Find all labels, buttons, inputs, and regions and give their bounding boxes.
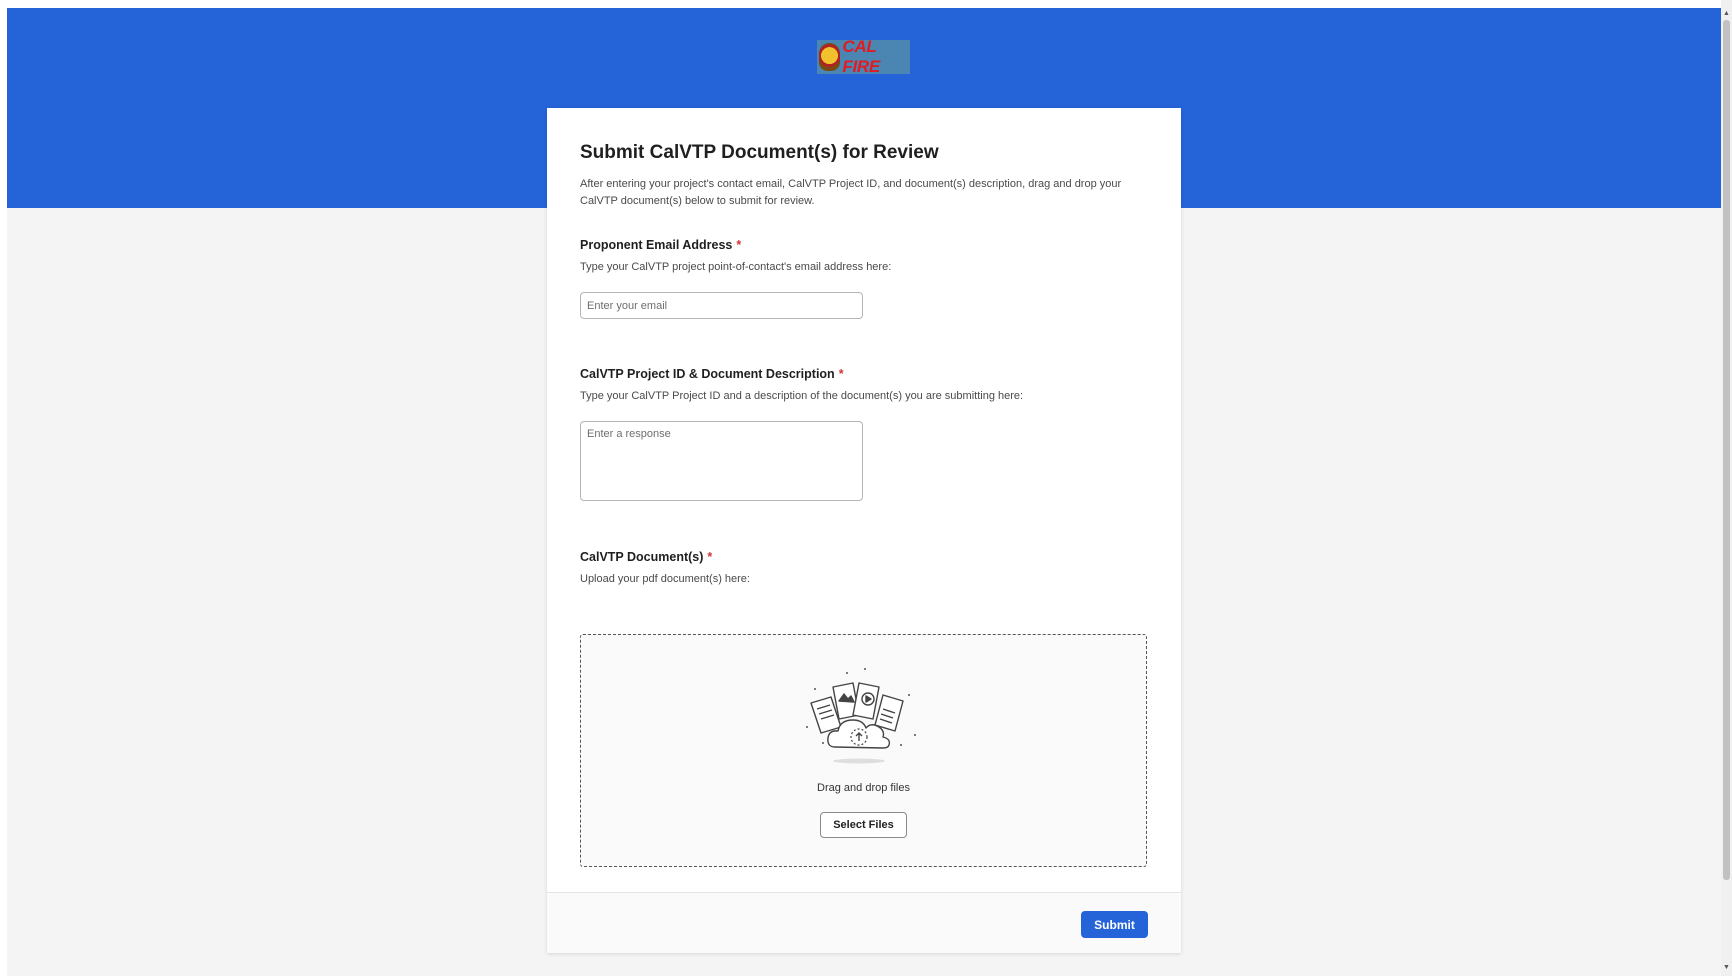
page-viewport: CAL FIRE Submit CalVTP Document(s) for R… bbox=[7, 8, 1721, 976]
scrollbar-thumb[interactable] bbox=[1723, 20, 1730, 880]
form-title: Submit CalVTP Document(s) for Review bbox=[580, 142, 939, 163]
chevron-up-icon[interactable]: ▲ bbox=[1721, 6, 1732, 20]
cal-fire-logo: CAL FIRE bbox=[817, 37, 910, 76]
drag-drop-text: Drag and drop files bbox=[817, 782, 910, 794]
cloud-upload-icon bbox=[806, 668, 916, 764]
required-asterisk: * bbox=[707, 550, 713, 564]
required-asterisk: * bbox=[838, 367, 844, 381]
question-label-project-id: CalVTP Project ID & Document Description… bbox=[580, 367, 844, 381]
question-label-email: Proponent Email Address * bbox=[580, 238, 741, 252]
question-title: CalVTP Project ID & Document Description bbox=[580, 367, 835, 381]
logo-wordmark: CAL FIRE bbox=[842, 37, 880, 76]
question-label-documents: CalVTP Document(s) * bbox=[580, 550, 712, 564]
vertical-scrollbar[interactable]: ▲ ▼ bbox=[1721, 0, 1732, 976]
question-hint-project-id: Type your CalVTP Project ID and a descri… bbox=[580, 390, 1024, 402]
form-description: After entering your project's contact em… bbox=[580, 178, 1122, 207]
project-description-textarea[interactable] bbox=[580, 421, 863, 501]
form-body: Submit CalVTP Document(s) for Review Aft… bbox=[547, 108, 1181, 893]
question-hint-documents: Upload your pdf document(s) here: bbox=[580, 573, 750, 585]
question-title: CalVTP Document(s) bbox=[580, 550, 704, 564]
required-asterisk: * bbox=[736, 238, 742, 252]
question-title: Proponent Email Address bbox=[580, 238, 733, 252]
question-hint-email: Type your CalVTP project point-of-contac… bbox=[580, 261, 892, 273]
submit-button[interactable]: Submit bbox=[1081, 911, 1148, 938]
chevron-down-icon[interactable]: ▼ bbox=[1721, 960, 1732, 974]
form-card: Submit CalVTP Document(s) for Review Aft… bbox=[547, 108, 1181, 953]
cal-fire-seal-icon bbox=[819, 43, 841, 71]
file-dropzone[interactable]: Drag and drop files Select Files bbox=[580, 634, 1147, 867]
select-files-button[interactable]: Select Files bbox=[820, 812, 907, 838]
form-footer: Submit bbox=[547, 892, 1181, 953]
email-input[interactable] bbox=[580, 292, 863, 319]
